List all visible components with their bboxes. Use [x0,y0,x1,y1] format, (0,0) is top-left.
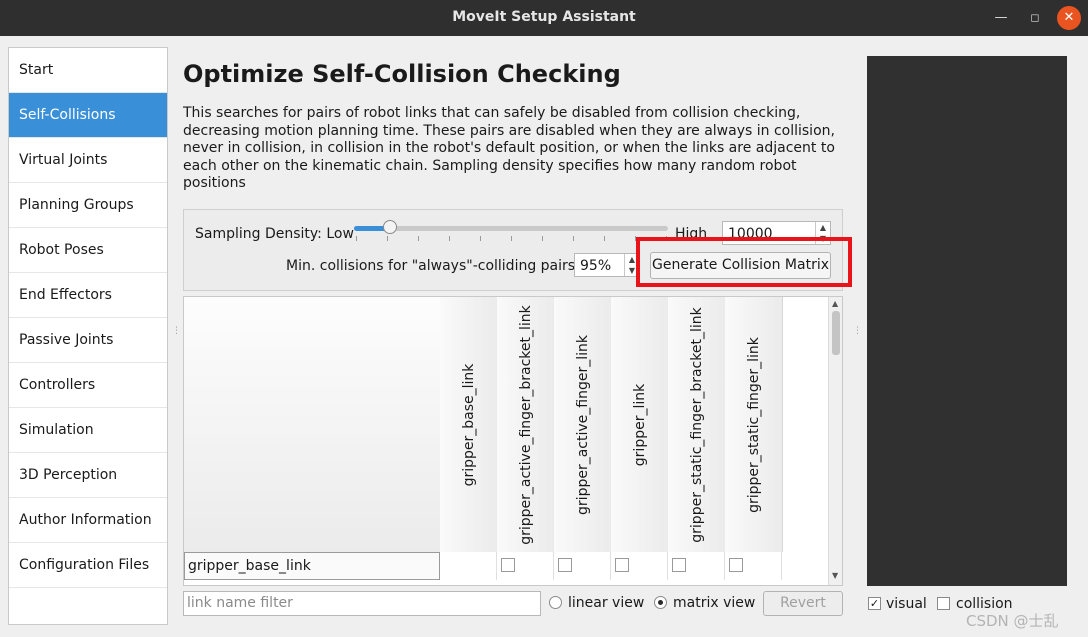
matrix-cell-empty [440,552,497,580]
highlight-annotation-box [636,237,852,287]
slider-tick [511,236,512,241]
matrix-cell [668,552,725,580]
column-header-label: gripper_link [631,383,648,466]
sidebar-item-self-collisions[interactable]: Self-Collisions [9,93,167,138]
min-collisions-value: 95% [580,258,612,274]
sidebar-item-label: 3D Perception [19,467,118,483]
collision-checkbox[interactable] [937,597,950,610]
page-title: Optimize Self-Collision Checking [183,60,621,88]
slider-tick [604,236,605,241]
sidebar-item-author-information[interactable]: Author Information [9,498,167,543]
revert-button[interactable]: Revert [763,591,843,616]
splitter-handle-right[interactable]: ⋮ [853,327,862,340]
collision-checkbox[interactable] [729,558,743,572]
sidebar-item-label: Virtual Joints [19,152,108,168]
link-name-filter-input[interactable]: link name filter [183,591,541,616]
slider-tick [542,236,543,241]
column-header-label: gripper_active_finger_bracket_link [517,304,534,545]
matrix-cell [554,552,611,580]
column-header[interactable]: gripper_static_finger_link [725,297,783,552]
row-header[interactable]: gripper_base_link [184,552,440,580]
sidebar-nav: Start Self-Collisions Virtual Joints Pla… [8,47,168,625]
visual-checkbox[interactable]: ✓ [868,597,881,610]
sampling-density-label: Sampling Density: Low [195,226,354,242]
collision-checkbox[interactable] [501,558,515,572]
slider-handle[interactable] [382,220,397,234]
splitter-handle-left[interactable]: ⋮ [172,327,181,340]
page-description: This searches for pairs of robot links t… [183,105,835,191]
close-icon[interactable]: ✕ [1057,6,1081,30]
matrix-cell [725,552,782,580]
sidebar-item-label: Configuration Files [19,557,150,573]
scroll-up-icon[interactable]: ▲ [832,299,838,308]
column-header-label: gripper_static_finger_bracket_link [688,306,705,543]
sidebar-item-3d-perception[interactable]: 3D Perception [9,453,167,498]
sidebar-item-end-effectors[interactable]: End Effectors [9,273,167,318]
sidebar-item-label: Self-Collisions [19,107,116,123]
column-header-label: gripper_base_link [460,363,477,486]
slider-tick [480,236,481,241]
sidebar-item-passive-joints[interactable]: Passive Joints [9,318,167,363]
minimize-icon[interactable]: — [989,6,1013,30]
matrix-corner [184,297,440,552]
sampling-density-slider[interactable] [354,226,668,231]
sidebar-item-start[interactable]: Start [9,48,167,93]
slider-tick [573,236,574,241]
scrollbar-thumb[interactable] [832,311,840,355]
sidebar-item-label: Author Information [19,512,152,528]
matrix-cell [611,552,668,580]
column-header[interactable]: gripper_link [611,297,669,552]
column-header[interactable]: gripper_active_finger_bracket_link [497,297,555,552]
maximize-icon[interactable]: ◻ [1023,6,1047,30]
slider-tick [356,236,357,241]
robot-3d-viewer[interactable] [867,56,1067,586]
sidebar-item-label: Passive Joints [19,332,114,348]
matrix-view-radio[interactable] [654,596,667,609]
sidebar-item-label: Start [19,62,54,78]
min-collisions-label: Min. collisions for "always"-colliding p… [286,258,580,274]
column-header[interactable]: gripper_static_finger_bracket_link [668,297,726,552]
sidebar-item-label: End Effectors [19,287,112,303]
sidebar-item-controllers[interactable]: Controllers [9,363,167,408]
collision-checkbox[interactable] [615,558,629,572]
matrix-cell [497,552,554,580]
column-header-label: gripper_static_finger_link [745,336,762,513]
collision-matrix: gripper_base_link gripper_active_finger_… [183,296,843,586]
linear-view-radio[interactable] [549,596,562,609]
sidebar-item-label: Simulation [19,422,94,438]
matrix-vertical-scrollbar[interactable]: ▲ ▼ [828,297,842,585]
sidebar-item-virtual-joints[interactable]: Virtual Joints [9,138,167,183]
sidebar-item-robot-poses[interactable]: Robot Poses [9,228,167,273]
visual-label: visual [886,596,927,612]
window-title: MoveIt Setup Assistant [452,9,636,25]
slider-tick [387,236,388,241]
linear-view-label: linear view [568,595,645,611]
watermark: CSDN @士乱 [966,612,1059,630]
title-bar: MoveIt Setup Assistant — ◻ ✕ [0,0,1088,36]
slider-tick [418,236,419,241]
scroll-down-icon[interactable]: ▼ [832,571,838,580]
column-header-label: gripper_active_finger_link [574,334,591,515]
sidebar-item-label: Controllers [19,377,96,393]
column-header[interactable]: gripper_base_link [440,297,498,552]
slider-tick [449,236,450,241]
sidebar-item-label: Robot Poses [19,242,104,258]
column-header[interactable]: gripper_active_finger_link [554,297,612,552]
sidebar-item-simulation[interactable]: Simulation [9,408,167,453]
collision-checkbox[interactable] [672,558,686,572]
sidebar-item-planning-groups[interactable]: Planning Groups [9,183,167,228]
matrix-view-label: matrix view [673,595,756,611]
collision-checkbox[interactable] [558,558,572,572]
sidebar-item-label: Planning Groups [19,197,134,213]
sidebar-item-configuration-files[interactable]: Configuration Files [9,543,167,588]
min-collisions-spinbox[interactable]: 95% ▲ ▼ [574,253,640,277]
